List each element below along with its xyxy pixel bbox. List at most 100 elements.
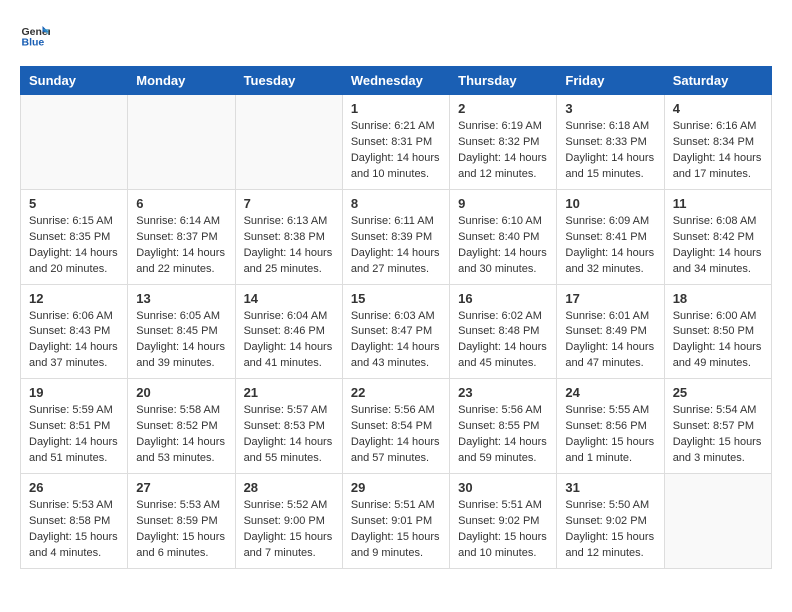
weekday-header-monday: Monday [128, 67, 235, 95]
calendar-cell: 14 Sunrise: 6:04 AMSunset: 8:46 PMDayligh… [235, 284, 342, 379]
calendar-cell: 23 Sunrise: 5:56 AMSunset: 8:55 PMDayligh… [450, 379, 557, 474]
day-number: 15 [351, 291, 441, 306]
calendar-cell [21, 95, 128, 190]
day-number: 12 [29, 291, 119, 306]
calendar-cell: 9 Sunrise: 6:10 AMSunset: 8:40 PMDaylight… [450, 189, 557, 284]
day-number: 27 [136, 480, 226, 495]
day-number: 3 [565, 101, 655, 116]
calendar-cell: 6 Sunrise: 6:14 AMSunset: 8:37 PMDaylight… [128, 189, 235, 284]
day-info: Sunrise: 6:16 AMSunset: 8:34 PMDaylight:… [673, 119, 763, 183]
calendar-cell [235, 95, 342, 190]
weekday-header-saturday: Saturday [664, 67, 771, 95]
day-info: Sunrise: 6:04 AMSunset: 8:46 PMDaylight:… [244, 309, 334, 373]
day-number: 6 [136, 196, 226, 211]
calendar-cell: 13Sunrise: 6:05 AMSunset: 8:45 PMDayligh… [128, 284, 235, 379]
day-info: Sunrise: 5:59 AMSunset: 8:51 PMDaylight:… [29, 403, 119, 467]
day-number: 19 [29, 385, 119, 400]
calendar-table: SundayMondayTuesdayWednesdayThursdayFrid… [20, 66, 772, 569]
calendar-cell: 1Sunrise: 6:21 AMSunset: 8:31 PMDaylight… [342, 95, 449, 190]
calendar-cell: 17 Sunrise: 6:01 AMSunset: 8:49 PMDayligh… [557, 284, 664, 379]
day-number: 17 [565, 291, 655, 306]
calendar-cell: 18 Sunrise: 6:00 AMSunset: 8:50 PMDayligh… [664, 284, 771, 379]
day-number: 25 [673, 385, 763, 400]
calendar-week-row: 26Sunrise: 5:53 AMSunset: 8:58 PMDayligh… [21, 474, 772, 569]
day-number: 14 [244, 291, 334, 306]
calendar-cell: 4 Sunrise: 6:16 AMSunset: 8:34 PMDaylight… [664, 95, 771, 190]
calendar-cell: 10 Sunrise: 6:09 AMSunset: 8:41 PMDayligh… [557, 189, 664, 284]
calendar-cell: 24 Sunrise: 5:55 AMSunset: 8:56 PMDayligh… [557, 379, 664, 474]
calendar-week-row: 19 Sunrise: 5:59 AMSunset: 8:51 PMDayligh… [21, 379, 772, 474]
calendar-cell [664, 474, 771, 569]
day-number: 23 [458, 385, 548, 400]
day-number: 29 [351, 480, 441, 495]
calendar-week-row: 1Sunrise: 6:21 AMSunset: 8:31 PMDaylight… [21, 95, 772, 190]
calendar-cell: 26Sunrise: 5:53 AMSunset: 8:58 PMDayligh… [21, 474, 128, 569]
day-number: 21 [244, 385, 334, 400]
calendar-cell: 27 Sunrise: 5:53 AMSunset: 8:59 PMDayligh… [128, 474, 235, 569]
logo-icon: General Blue [20, 20, 50, 50]
day-number: 24 [565, 385, 655, 400]
page-header: General Blue [20, 20, 772, 50]
calendar-cell: 15 Sunrise: 6:03 AMSunset: 8:47 PMDayligh… [342, 284, 449, 379]
calendar-cell: 25 Sunrise: 5:54 AMSunset: 8:57 PMDayligh… [664, 379, 771, 474]
day-info: Sunrise: 6:06 AMSunset: 8:43 PMDaylight:… [29, 309, 119, 373]
calendar-cell: 3 Sunrise: 6:18 AMSunset: 8:33 PMDaylight… [557, 95, 664, 190]
calendar-cell: 19 Sunrise: 5:59 AMSunset: 8:51 PMDayligh… [21, 379, 128, 474]
day-info: Sunrise: 5:55 AMSunset: 8:56 PMDaylight:… [565, 403, 655, 467]
weekday-header-thursday: Thursday [450, 67, 557, 95]
day-info: Sunrise: 6:03 AMSunset: 8:47 PMDaylight:… [351, 309, 441, 373]
day-info: Sunrise: 6:02 AMSunset: 8:48 PMDaylight:… [458, 309, 548, 373]
day-number: 31 [565, 480, 655, 495]
weekday-header-friday: Friday [557, 67, 664, 95]
day-number: 10 [565, 196, 655, 211]
calendar-cell: 11 Sunrise: 6:08 AMSunset: 8:42 PMDayligh… [664, 189, 771, 284]
weekday-header-tuesday: Tuesday [235, 67, 342, 95]
day-number: 4 [673, 101, 763, 116]
calendar-cell: 22 Sunrise: 5:56 AMSunset: 8:54 PMDayligh… [342, 379, 449, 474]
day-number: 28 [244, 480, 334, 495]
calendar-cell: 20 Sunrise: 5:58 AMSunset: 8:52 PMDayligh… [128, 379, 235, 474]
calendar-cell: 28 Sunrise: 5:52 AMSunset: 9:00 PMDayligh… [235, 474, 342, 569]
day-number: 2 [458, 101, 548, 116]
day-info: Sunrise: 5:56 AMSunset: 8:54 PMDaylight:… [351, 403, 441, 467]
day-info: Sunrise: 6:05 AMSunset: 8:45 PMDaylight:… [136, 309, 226, 373]
calendar-cell: 7 Sunrise: 6:13 AMSunset: 8:38 PMDaylight… [235, 189, 342, 284]
day-info: Sunrise: 6:01 AMSunset: 8:49 PMDaylight:… [565, 309, 655, 373]
logo: General Blue [20, 20, 50, 50]
day-info: Sunrise: 5:50 AMSunset: 9:02 PMDaylight:… [565, 498, 655, 562]
day-number: 11 [673, 196, 763, 211]
calendar-week-row: 12 Sunrise: 6:06 AMSunset: 8:43 PMDayligh… [21, 284, 772, 379]
day-info: Sunrise: 6:21 AMSunset: 8:31 PMDaylight:… [351, 119, 441, 183]
day-number: 18 [673, 291, 763, 306]
day-number: 5 [29, 196, 119, 211]
calendar-cell: 29Sunrise: 5:51 AMSunset: 9:01 PMDayligh… [342, 474, 449, 569]
day-info: Sunrise: 5:57 AMSunset: 8:53 PMDaylight:… [244, 403, 334, 467]
day-info: Sunrise: 6:08 AMSunset: 8:42 PMDaylight:… [673, 214, 763, 278]
day-info: Sunrise: 6:18 AMSunset: 8:33 PMDaylight:… [565, 119, 655, 183]
day-info: Sunrise: 6:00 AMSunset: 8:50 PMDaylight:… [673, 309, 763, 373]
day-info: Sunrise: 5:58 AMSunset: 8:52 PMDaylight:… [136, 403, 226, 467]
day-info: Sunrise: 6:10 AMSunset: 8:40 PMDaylight:… [458, 214, 548, 278]
day-number: 9 [458, 196, 548, 211]
day-info: Sunrise: 6:13 AMSunset: 8:38 PMDaylight:… [244, 214, 334, 278]
day-info: Sunrise: 5:56 AMSunset: 8:55 PMDaylight:… [458, 403, 548, 467]
day-info: Sunrise: 5:51 AMSunset: 9:02 PMDaylight:… [458, 498, 548, 562]
calendar-cell: 8Sunrise: 6:11 AMSunset: 8:39 PMDaylight… [342, 189, 449, 284]
weekday-header-sunday: Sunday [21, 67, 128, 95]
day-info: Sunrise: 5:53 AMSunset: 8:58 PMDaylight:… [29, 498, 119, 562]
day-info: Sunrise: 6:11 AMSunset: 8:39 PMDaylight:… [351, 214, 441, 278]
calendar-cell: 5 Sunrise: 6:15 AMSunset: 8:35 PMDaylight… [21, 189, 128, 284]
calendar-cell: 31 Sunrise: 5:50 AMSunset: 9:02 PMDayligh… [557, 474, 664, 569]
day-number: 20 [136, 385, 226, 400]
day-info: Sunrise: 6:19 AMSunset: 8:32 PMDaylight:… [458, 119, 548, 183]
calendar-week-row: 5 Sunrise: 6:15 AMSunset: 8:35 PMDaylight… [21, 189, 772, 284]
day-number: 7 [244, 196, 334, 211]
day-info: Sunrise: 6:09 AMSunset: 8:41 PMDaylight:… [565, 214, 655, 278]
day-info: Sunrise: 6:15 AMSunset: 8:35 PMDaylight:… [29, 214, 119, 278]
day-info: Sunrise: 5:54 AMSunset: 8:57 PMDaylight:… [673, 403, 763, 467]
day-info: Sunrise: 5:52 AMSunset: 9:00 PMDaylight:… [244, 498, 334, 562]
day-info: Sunrise: 5:53 AMSunset: 8:59 PMDaylight:… [136, 498, 226, 562]
day-number: 22 [351, 385, 441, 400]
day-info: Sunrise: 6:14 AMSunset: 8:37 PMDaylight:… [136, 214, 226, 278]
calendar-cell [128, 95, 235, 190]
